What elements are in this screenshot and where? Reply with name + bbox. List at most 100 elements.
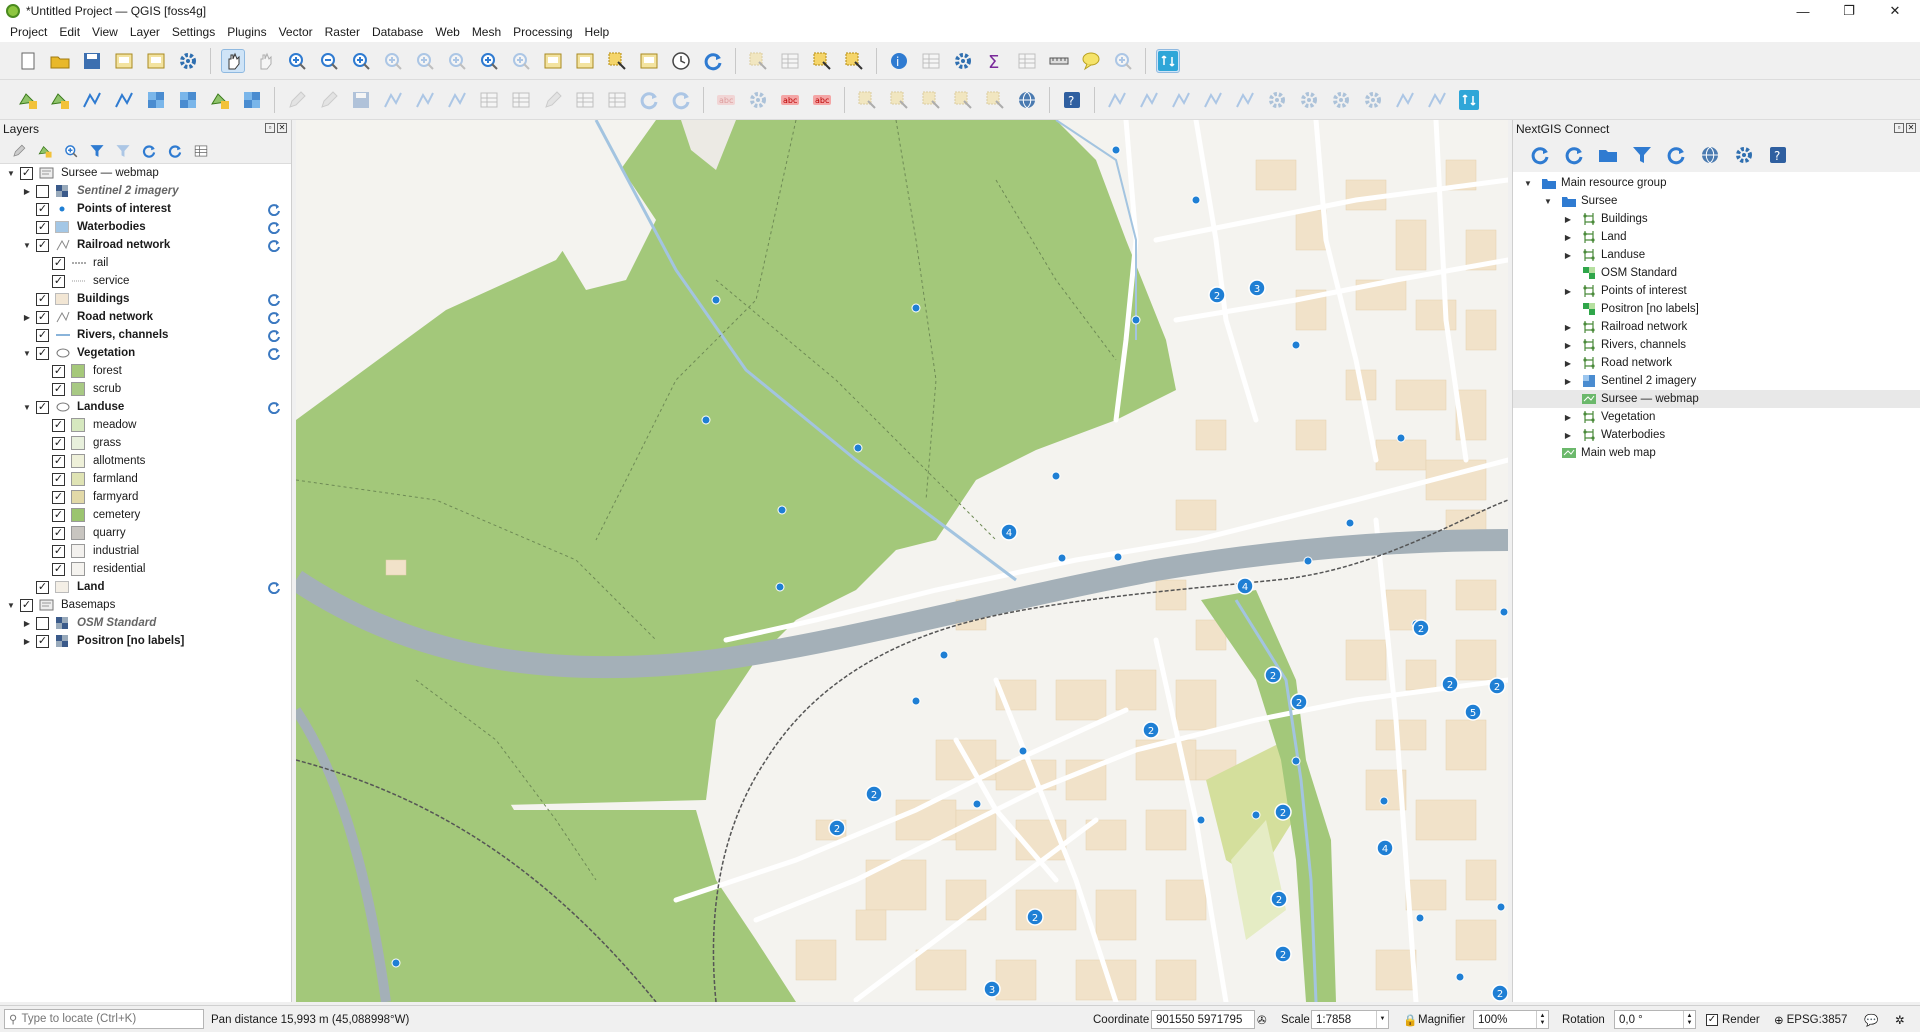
cluster-marker[interactable]: 2 [1491, 984, 1508, 1002]
current-edits-button[interactable] [317, 88, 341, 112]
resource-row[interactable]: Positron [no labels] [1513, 300, 1920, 318]
poi-marker[interactable] [701, 415, 711, 425]
delete-ring-button[interactable] [1361, 88, 1385, 112]
select-location-button[interactable] [842, 49, 866, 73]
layer-row[interactable]: ▼ ✓ Landuse [0, 398, 291, 416]
zoom-out-button[interactable] [317, 49, 341, 73]
select-by-value-button[interactable] [778, 49, 802, 73]
layer-row[interactable]: ✓ grass [0, 434, 291, 452]
layer-row[interactable]: ✓ Waterbodies [0, 218, 291, 236]
lock-icon[interactable]: 🔒 [1403, 1006, 1417, 1032]
resource-row[interactable]: ▶ Land [1513, 228, 1920, 246]
map-tips-button[interactable] [1079, 49, 1103, 73]
ngw-sync-icon[interactable] [267, 346, 281, 361]
ngw-import-layer-button[interactable] [1561, 142, 1587, 168]
save-project-button[interactable] [80, 49, 104, 73]
collapse-arrow-icon[interactable]: ▼ [6, 168, 16, 178]
locator-box[interactable]: ⚲ [4, 1009, 204, 1029]
fill-ring-button[interactable] [1297, 88, 1321, 112]
poi-marker[interactable] [1291, 756, 1301, 766]
map-canvas[interactable]: 2 3 4 4 2 2 2 2 5 2 2 2 2 2 4 2 2 3 2 2 [296, 120, 1508, 1002]
expand-arrow-icon[interactable]: ▶ [1563, 214, 1573, 224]
menu-raster[interactable]: Raster [319, 22, 366, 42]
layer-visibility-checkbox[interactable]: ✓ [52, 364, 65, 378]
zoom-to-layer-button[interactable] [413, 49, 437, 73]
collapse-arrow-icon[interactable]: ▼ [1543, 196, 1553, 206]
layer-visibility-checkbox[interactable]: ✓ [20, 166, 33, 180]
cluster-marker[interactable]: 2 [865, 785, 883, 803]
layer-row[interactable]: ▼ ✓ Sursee — webmap [0, 164, 291, 182]
undo-button[interactable] [637, 88, 661, 112]
close-panel-icon[interactable]: ✕ [1906, 123, 1916, 133]
open-styling-button[interactable] [9, 141, 29, 161]
change-label-button[interactable] [983, 88, 1007, 112]
resource-row[interactable]: ▶ Buildings [1513, 210, 1920, 228]
scale-field[interactable]: 1:7858 ▼ [1311, 1010, 1389, 1029]
expand-arrow-icon[interactable]: ▶ [1563, 358, 1573, 368]
show-bookmarks-button[interactable] [637, 49, 661, 73]
cluster-marker[interactable]: 5 [1464, 703, 1482, 721]
poi-marker[interactable] [1051, 471, 1061, 481]
diagram-tool-button[interactable] [746, 88, 770, 112]
expand-arrow-icon[interactable]: ▶ [1563, 232, 1573, 242]
poi-marker[interactable] [711, 295, 721, 305]
expand-arrow-icon[interactable]: ▶ [1563, 250, 1573, 260]
offset-curve-button[interactable] [1233, 88, 1257, 112]
layer-row[interactable]: ✓ quarry [0, 524, 291, 542]
new-map-view-button[interactable] [541, 49, 565, 73]
reshape-button[interactable] [1201, 88, 1225, 112]
expand-arrow-icon[interactable]: ▶ [1563, 412, 1573, 422]
layout-manager-button[interactable] [144, 49, 168, 73]
ring-tool-button[interactable] [1265, 88, 1289, 112]
messages-icon[interactable]: 💬 [1864, 1006, 1878, 1032]
filter-legend-button[interactable] [87, 141, 107, 161]
layer-visibility-checkbox[interactable]: ✓ [36, 634, 49, 648]
cluster-marker[interactable]: 3 [1248, 279, 1266, 297]
poi-marker[interactable] [1291, 340, 1301, 350]
layer-row[interactable]: ✓ industrial [0, 542, 291, 560]
digitize-button[interactable] [381, 88, 405, 112]
zoom-next-button[interactable] [509, 49, 533, 73]
poi-marker[interactable] [1131, 315, 1141, 325]
layer-visibility-checkbox[interactable]: ✓ [36, 292, 49, 306]
coordinate-toggle-icon[interactable]: ✇ [1257, 1006, 1267, 1032]
resource-row[interactable]: ▶ Points of interest [1513, 282, 1920, 300]
ngw-sync-icon[interactable] [267, 580, 281, 595]
menu-help[interactable]: Help [579, 22, 616, 42]
layer-visibility-checkbox[interactable]: ✓ [52, 274, 65, 288]
manage-visibility-button[interactable] [61, 141, 81, 161]
toggle-editing-button[interactable] [285, 88, 309, 112]
cluster-marker[interactable]: 2 [1264, 666, 1282, 684]
temporal-controller-button[interactable] [669, 49, 693, 73]
cluster-marker[interactable]: 2 [1274, 945, 1292, 963]
layer-visibility-checkbox[interactable]: ✓ [36, 310, 49, 324]
ngw-import-button[interactable] [1457, 88, 1481, 112]
menu-database[interactable]: Database [366, 22, 429, 42]
poi-marker[interactable] [1251, 810, 1261, 820]
layer-visibility-checkbox[interactable]: ✓ [36, 220, 49, 234]
ngw-help-button[interactable]: ? [1765, 142, 1791, 168]
maximize-button[interactable]: ❐ [1826, 0, 1872, 22]
cluster-marker[interactable]: 2 [1290, 693, 1308, 711]
new-project-button[interactable] [16, 49, 40, 73]
poi-marker[interactable] [939, 650, 949, 660]
copy-features-button[interactable] [573, 88, 597, 112]
layer-row[interactable]: ✓ Land [0, 578, 291, 596]
new-print-layout-button[interactable] [112, 49, 136, 73]
layer-labeling-button[interactable]: abc [778, 88, 802, 112]
layer-row[interactable]: ✓ meadow [0, 416, 291, 434]
attribute-table-button[interactable] [919, 49, 943, 73]
layer-visibility-checkbox[interactable]: ✓ [52, 508, 65, 522]
render-checkbox[interactable]: ✓ Render [1706, 1006, 1760, 1032]
field-calculator-button[interactable] [1015, 49, 1039, 73]
add-group-button[interactable] [35, 141, 55, 161]
modify-attributes-button[interactable] [477, 88, 501, 112]
ngw-filter-button[interactable] [1629, 142, 1655, 168]
nextgis-connect-button[interactable] [1156, 48, 1180, 73]
poi-marker[interactable] [1113, 552, 1123, 562]
poi-marker[interactable] [1496, 902, 1506, 912]
redo-button[interactable] [669, 88, 693, 112]
poi-marker[interactable] [1379, 796, 1389, 806]
expand-arrow-icon[interactable]: ▶ [22, 618, 32, 628]
filter-expression-button[interactable] [113, 141, 133, 161]
